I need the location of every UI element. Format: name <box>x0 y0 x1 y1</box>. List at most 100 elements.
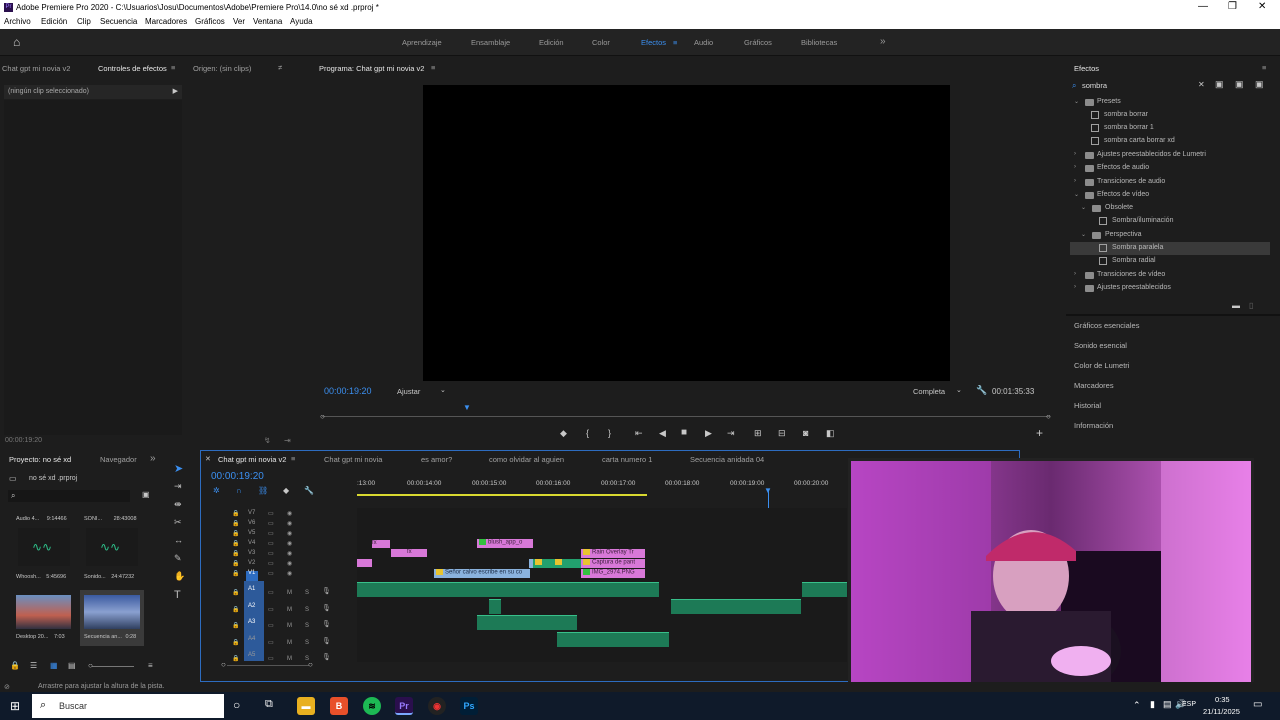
project-search-input[interactable]: ⌕ <box>8 490 130 502</box>
section-essential-graphics[interactable]: Gráficos esenciales <box>1074 321 1139 330</box>
track-v7[interactable]: V7 <box>248 510 255 516</box>
track-v4[interactable]: V4 <box>248 540 255 546</box>
video-clip[interactable] <box>357 559 372 567</box>
audio-clip-a3[interactable] <box>477 615 577 630</box>
tree-audio-transitions[interactable]: › Transiciones de audio <box>1070 176 1270 189</box>
fit-chevron-icon[interactable]: ⌄ <box>440 386 446 394</box>
panel-menu-icon[interactable]: ≡ <box>171 63 175 72</box>
zoom-start-handle-icon[interactable]: ○ <box>221 660 226 669</box>
icon-view-icon[interactable]: ▦ <box>50 661 58 670</box>
section-history[interactable]: Historial <box>1074 401 1101 410</box>
timeline-tab-2[interactable]: es amor? <box>421 455 452 464</box>
more-tabs-icon[interactable]: » <box>150 453 156 464</box>
audio-clip-a4[interactable] <box>557 632 669 647</box>
menu-ver[interactable]: Ver <box>233 17 245 26</box>
tray-usb-icon[interactable]: ▮ <box>1150 699 1155 710</box>
track-a1[interactable]: A1 <box>248 586 255 592</box>
linked-selection-icon[interactable]: ⛓ <box>258 486 268 495</box>
timeline-tab-5[interactable]: Secuencia anidada 04 <box>690 455 764 464</box>
type-tool-icon[interactable]: T <box>174 589 181 601</box>
track-a3[interactable]: A3 <box>248 619 255 625</box>
menu-secuencia[interactable]: Secuencia <box>100 17 137 26</box>
file-explorer-icon[interactable]: ▬ <box>297 697 315 715</box>
workspace-ensamblaje[interactable]: Ensamblaje <box>471 38 510 47</box>
audio-sync-column[interactable]: ▭ ▭ ▭ ▭ ▭ <box>268 585 274 668</box>
windows-start-icon[interactable]: ⊞ <box>10 699 20 713</box>
tree-sombra-borrar[interactable]: sombra borrar <box>1070 109 1270 122</box>
video-clip[interactable]: fx <box>372 540 390 548</box>
play-icon[interactable]: ▶ <box>705 428 712 439</box>
language-label[interactable]: ESP <box>1182 701 1196 708</box>
video-sync-column[interactable]: ▭ ▭ ▭ ▭ ▭ ▭ ▭ <box>268 509 274 579</box>
audio-clip-a1[interactable] <box>802 582 847 597</box>
workspace-graficos[interactable]: Gráficos <box>744 38 772 47</box>
audio-clip-a2[interactable] <box>671 599 801 614</box>
desktop-thumb[interactable] <box>16 595 71 629</box>
tree-sombra-iluminacion[interactable]: Sombra/iluminación <box>1070 215 1270 228</box>
video-clip-rain[interactable]: Rain Overlay Tr <box>581 549 645 558</box>
menu-ayuda[interactable]: Ayuda <box>290 17 313 26</box>
section-markers[interactable]: Marcadores <box>1074 381 1114 390</box>
extract-icon[interactable]: ⊟ <box>778 428 786 439</box>
audio-clip-a2[interactable] <box>489 599 501 614</box>
video-clip-captura[interactable]: Captura de pant <box>581 559 645 568</box>
hand-tool-icon[interactable]: ✋ <box>174 571 185 582</box>
tree-sombra-borrar-1[interactable]: sombra borrar 1 <box>1070 122 1270 135</box>
program-menu-icon[interactable]: ≡ <box>431 63 435 72</box>
export-frame-icon[interactable]: ◙ <box>803 428 808 438</box>
program-scrub-bar[interactable] <box>322 416 1050 417</box>
program-timecode[interactable]: 00:00:19:20 <box>324 386 372 396</box>
track-a5[interactable]: A5 <box>248 652 255 658</box>
timeline-tab-1[interactable]: Chat gpt mi novia <box>324 455 382 464</box>
track-v1[interactable]: V1 <box>248 570 255 576</box>
workspace-menu-icon[interactable]: ≡ <box>673 38 677 47</box>
new-bin-icon[interactable]: ▬ <box>1232 301 1240 310</box>
lift-icon[interactable]: ⊞ <box>754 428 762 439</box>
accelerated-effects-icon[interactable]: ▣ <box>1215 79 1224 90</box>
tray-up-icon[interactable]: ⌃ <box>1133 700 1141 711</box>
lock-icon[interactable]: 🔒 <box>10 661 20 670</box>
tab-navigator[interactable]: Navegador <box>100 455 137 464</box>
tree-audio-effects[interactable]: › Efectos de audio <box>1070 162 1270 175</box>
delete-icon[interactable]: ▯ <box>1249 301 1253 310</box>
workspace-edicion[interactable]: Edición <box>539 38 564 47</box>
workspace-aprendizaje[interactable]: Aprendizaje <box>402 38 442 47</box>
timeline-zoom-bar[interactable] <box>227 665 309 666</box>
export-icon[interactable]: ⇥ <box>284 436 291 445</box>
razor-tool-icon[interactable]: ✂ <box>174 517 182 528</box>
sort-icon[interactable]: ≡ <box>148 661 153 670</box>
menu-archivo[interactable]: Archivo <box>4 17 31 26</box>
yuv-effects-icon[interactable]: ▣ <box>1255 79 1264 90</box>
tab-source[interactable]: Origen: (sin clips) <box>193 64 251 73</box>
list-view-icon[interactable]: ☰ <box>30 661 37 670</box>
audio-thumb[interactable]: ∿∿ <box>18 528 70 566</box>
compare-icon[interactable]: ◧ <box>826 428 835 439</box>
workspace-color[interactable]: Color <box>592 38 610 47</box>
timeline-tracks-area[interactable]: fx fx blush_app_o Rain Overlay Tr Captur… <box>357 508 847 662</box>
tree-sombra-radial[interactable]: Sombra radial <box>1070 255 1270 268</box>
freeform-view-icon[interactable]: ▤ <box>68 661 76 670</box>
add-marker-icon[interactable]: ◆ <box>560 428 567 439</box>
obs-icon[interactable]: ◉ <box>428 697 446 715</box>
video-clip-blush[interactable]: blush_app_o <box>477 539 533 548</box>
task-view-icon[interactable]: ⧉ <box>265 698 273 711</box>
audio-thumb[interactable]: ∿∿ <box>86 528 138 566</box>
cortana-icon[interactable]: ○ <box>233 698 240 712</box>
menu-ventana[interactable]: Ventana <box>253 17 282 26</box>
fit-dropdown[interactable]: Ajustar <box>397 387 420 396</box>
effects-search-input[interactable] <box>1082 80 1206 91</box>
selection-tool-icon[interactable]: ➤ <box>174 462 183 475</box>
tree-video-transitions[interactable]: › Transiciones de vídeo <box>1070 269 1270 282</box>
tree-obsolete[interactable]: ⌄ Obsolete <box>1070 202 1270 215</box>
tree-sombra-carta-borrar-xd[interactable]: sombra carta borrar xd <box>1070 135 1270 148</box>
effects-menu-icon[interactable]: ≡ <box>1262 63 1266 72</box>
quality-dropdown[interactable]: Completa <box>913 387 945 396</box>
tree-sombra-paralela[interactable]: Sombra paralela <box>1070 242 1270 255</box>
zoom-end-handle-icon[interactable]: ○ <box>308 660 313 669</box>
nest-icon[interactable]: ✲ <box>213 486 220 495</box>
program-video-frame[interactable] <box>423 85 950 381</box>
go-to-in-icon[interactable]: ⇤ <box>635 428 643 439</box>
track-v2[interactable]: V2 <box>248 560 255 566</box>
clear-search-icon[interactable]: ✕ <box>1198 80 1205 89</box>
tab-sequence[interactable]: Chat gpt mi novia v2 <box>2 64 70 73</box>
